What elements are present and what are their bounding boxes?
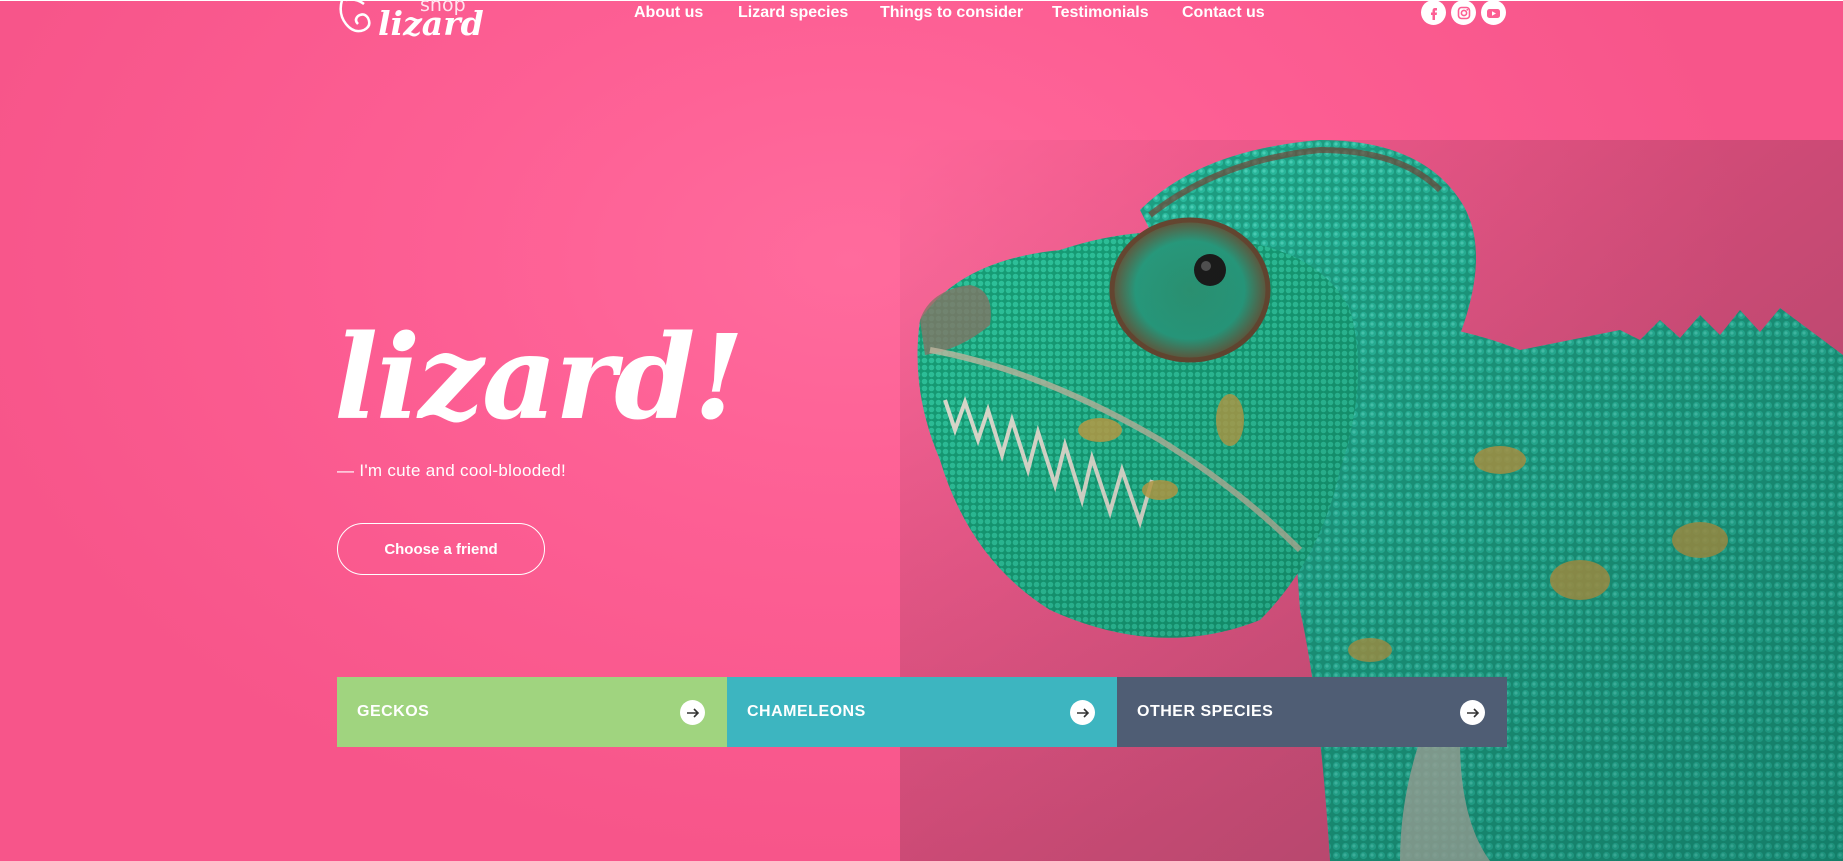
choose-a-friend-button[interactable]: Choose a friend (337, 523, 545, 575)
category-geckos-label: GECKOS (357, 703, 430, 720)
youtube-icon[interactable] (1481, 0, 1506, 25)
nav-things-to-consider[interactable]: Things to consider (880, 4, 1023, 22)
category-other-species-label: OTHER SPECIES (1137, 703, 1274, 720)
instagram-icon[interactable] (1451, 0, 1476, 25)
nav-about-us[interactable]: About us (634, 4, 703, 22)
category-chameleons[interactable]: CHAMELEONS (727, 677, 1117, 747)
nav-testimonials[interactable]: Testimonials (1052, 4, 1149, 22)
category-chameleons-label: CHAMELEONS (747, 703, 866, 720)
chameleon-photo (900, 140, 1843, 861)
nav-contact-us[interactable]: Contact us (1182, 4, 1265, 22)
logo-lizard-text: lizard (378, 4, 484, 43)
top-border (0, 0, 1843, 1)
nav-lizard-species[interactable]: Lizard species (738, 4, 848, 22)
facebook-icon[interactable] (1421, 0, 1446, 25)
hero-subtitle: — I'm cute and cool-blooded! (337, 461, 566, 480)
shop-logo[interactable]: shop lizard (336, 0, 486, 44)
category-other-species[interactable]: OTHER SPECIES (1117, 677, 1507, 747)
hero-title: lizard! (334, 310, 744, 446)
arrow-right-icon (1070, 700, 1095, 725)
arrow-right-icon (1460, 700, 1485, 725)
category-geckos[interactable]: GECKOS (337, 677, 727, 747)
hero-section: shop lizard About us Lizard species Thin… (0, 0, 1843, 861)
arrow-right-icon (680, 700, 705, 725)
instagram-glyph (1457, 6, 1470, 19)
chameleon-tail-logo-icon (339, 0, 371, 33)
facebook-glyph (1430, 7, 1437, 20)
youtube-glyph (1487, 8, 1500, 18)
